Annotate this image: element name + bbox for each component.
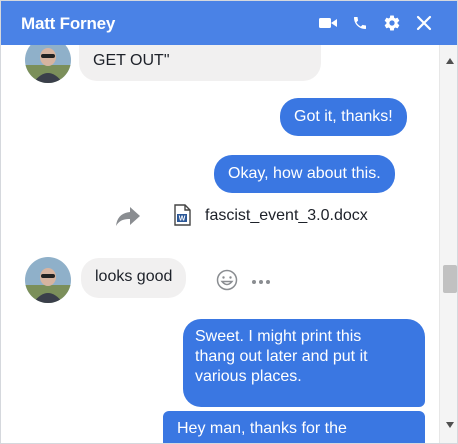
incoming-message[interactable]: looks good	[81, 258, 187, 298]
video-call-icon[interactable]	[317, 12, 339, 34]
scroll-down-arrow-icon[interactable]	[440, 417, 457, 433]
settings-gear-icon[interactable]	[381, 12, 403, 34]
scrollbar[interactable]	[439, 45, 457, 443]
chat-window: Matt Forney GET OUT" Got it, thanks! Oka…	[0, 0, 458, 444]
contact-avatar[interactable]	[25, 257, 71, 303]
close-icon[interactable]	[413, 12, 435, 34]
outgoing-message[interactable]: Got it, thanks!	[280, 98, 407, 136]
chat-header: Matt Forney	[1, 1, 457, 45]
message-text: Got it, thanks!	[294, 108, 393, 125]
more-options-icon[interactable]	[251, 274, 271, 292]
message-text: Okay, how about this.	[228, 165, 381, 182]
svg-text:W: W	[179, 216, 186, 223]
message-text: looks good	[95, 268, 173, 285]
phone-icon[interactable]	[349, 12, 371, 34]
scrollbar-thumb[interactable]	[443, 265, 457, 293]
contact-avatar[interactable]	[25, 45, 71, 83]
message-text: Hey man, thanks for the	[177, 420, 347, 437]
message-text-line: thang out later and put it	[195, 348, 368, 365]
contact-name[interactable]: Matt Forney	[21, 14, 115, 34]
message-text: GET OUT"	[93, 52, 170, 69]
outgoing-message[interactable]: Okay, how about this.	[214, 155, 395, 193]
attachment-file-link[interactable]: fascist_event_3.0.docx	[205, 207, 368, 225]
message-text-line: various places.	[195, 368, 302, 385]
incoming-message[interactable]: GET OUT"	[79, 45, 321, 81]
react-emoji-icon[interactable]	[216, 269, 238, 296]
message-list[interactable]: GET OUT" Got it, thanks! Okay, how about…	[1, 45, 439, 443]
share-forward-icon[interactable]	[115, 205, 141, 232]
scroll-up-arrow-icon[interactable]	[440, 53, 457, 69]
outgoing-message[interactable]: Hey man, thanks for the	[163, 411, 425, 443]
message-text-line: Sweet. I might print this	[195, 328, 362, 345]
word-document-icon: W	[173, 204, 191, 231]
outgoing-message[interactable]: Sweet. I might print this thang out late…	[183, 319, 425, 407]
